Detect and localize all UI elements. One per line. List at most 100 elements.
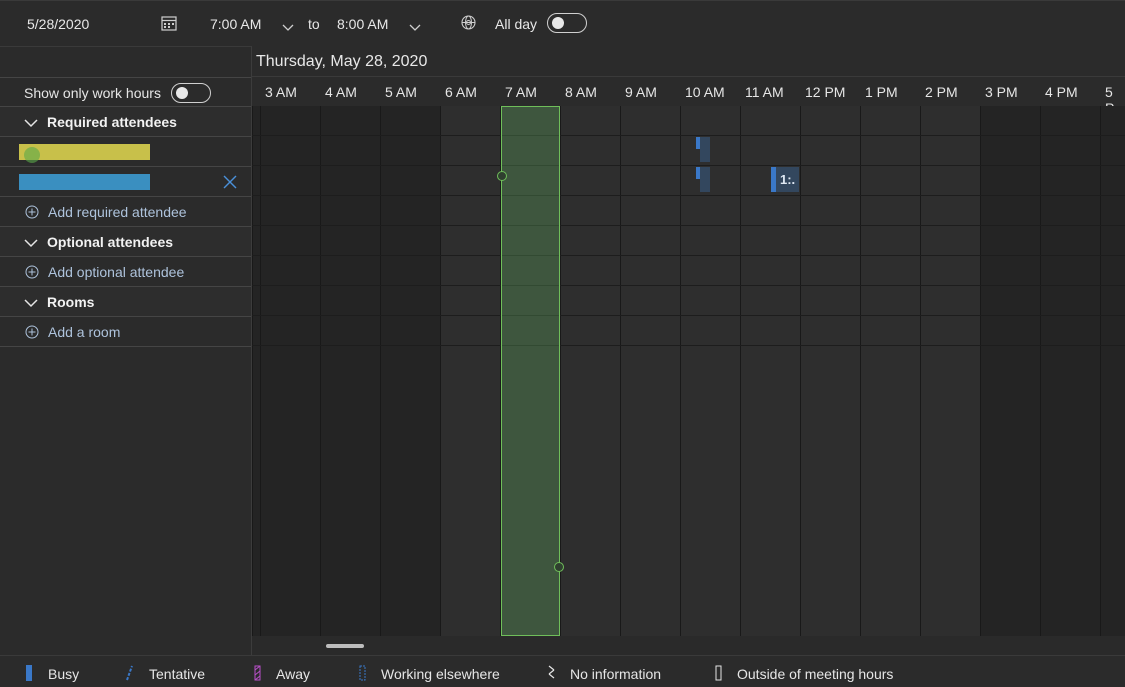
toggle-knob xyxy=(552,17,564,29)
attendee-panel: Show only work hours Required attendees … xyxy=(0,46,252,655)
add-required-attendee-button[interactable]: Add required attendee xyxy=(0,197,251,227)
add-circle-icon xyxy=(25,325,39,342)
outside-hours-legend-label: Outside of meeting hours xyxy=(737,666,894,682)
timezone-globe-icon[interactable] xyxy=(460,14,477,34)
hour-column[interactable] xyxy=(380,106,440,636)
chevron-down-icon[interactable] xyxy=(24,235,38,251)
hour-label: 5 AM xyxy=(385,84,417,100)
calendar-icon[interactable] xyxy=(161,15,177,34)
chevron-down-icon[interactable] xyxy=(409,19,421,35)
hour-column[interactable] xyxy=(1040,106,1100,636)
required-attendees-header[interactable]: Required attendees xyxy=(0,107,251,137)
working-elsewhere-legend-icon xyxy=(359,665,366,681)
hour-label: 2 PM xyxy=(925,84,958,100)
selection-end-handle[interactable] xyxy=(554,562,564,572)
away-legend-label: Away xyxy=(276,666,310,682)
date-field[interactable]: 5/28/2020 xyxy=(27,16,89,32)
work-hours-toggle[interactable] xyxy=(171,83,211,103)
horizontal-scrollbar[interactable] xyxy=(252,636,1125,655)
toggle-knob xyxy=(176,87,188,99)
event-block[interactable]: 1:. xyxy=(776,167,799,192)
add-required-attendee-label: Add required attendee xyxy=(48,204,187,220)
all-day-label: All day xyxy=(495,16,538,32)
hour-label: 4 AM xyxy=(325,84,357,100)
hour-column[interactable] xyxy=(980,106,1040,636)
working-elsewhere-legend-label: Working elsewhere xyxy=(381,666,500,682)
grid-row-line xyxy=(252,315,1125,316)
away-legend-icon xyxy=(254,665,261,681)
hour-label: 6 AM xyxy=(445,84,477,100)
grid-row-line xyxy=(252,135,1125,136)
start-time-field[interactable]: 7:00 AM xyxy=(210,16,261,32)
outside-hours-legend-icon xyxy=(715,665,722,681)
add-room-button[interactable]: Add a room xyxy=(0,317,251,347)
grid-row-line xyxy=(252,165,1125,166)
add-circle-icon xyxy=(25,265,39,282)
scheduling-grid: Thursday, May 28, 2020 3 AM 4 AM 5 AM 6 AM 7… xyxy=(252,46,1125,655)
busy-block[interactable] xyxy=(700,167,710,192)
presence-icon xyxy=(24,147,40,163)
hour-label: 9 AM xyxy=(625,84,657,100)
hour-label: 7 AM xyxy=(505,84,537,100)
to-label: to xyxy=(308,16,320,32)
tentative-legend-label: Tentative xyxy=(149,666,206,682)
all-day-toggle[interactable] xyxy=(547,13,587,33)
hour-column[interactable] xyxy=(680,106,740,636)
hour-label: 4 PM xyxy=(1045,84,1078,100)
no-information-legend-icon xyxy=(548,665,555,681)
no-information-legend-label: No information xyxy=(570,666,662,682)
hour-label: 8 AM xyxy=(565,84,597,100)
hour-column[interactable] xyxy=(800,106,860,636)
add-room-label: Add a room xyxy=(48,324,121,340)
meeting-time-selection[interactable] xyxy=(501,106,560,636)
rooms-header[interactable]: Rooms xyxy=(0,287,251,317)
remove-attendee-icon[interactable] xyxy=(223,175,237,192)
grid-row-line xyxy=(252,225,1125,226)
chevron-down-icon[interactable] xyxy=(24,295,38,311)
grid-row-line xyxy=(252,345,1125,346)
end-time-field[interactable]: 8:00 AM xyxy=(337,16,388,32)
busy-block[interactable] xyxy=(700,137,710,162)
add-optional-attendee-label: Add optional attendee xyxy=(48,264,185,280)
optional-attendees-header[interactable]: Optional attendees xyxy=(0,227,251,257)
hour-label: 3 AM xyxy=(265,84,297,100)
work-hours-row: Show only work hours xyxy=(0,77,251,107)
hour-column xyxy=(252,106,260,636)
add-optional-attendee-button[interactable]: Add optional attendee xyxy=(0,257,251,287)
hour-column[interactable] xyxy=(260,106,320,636)
busy-legend-icon xyxy=(26,665,32,681)
grid-row-line xyxy=(252,255,1125,256)
chevron-down-icon[interactable] xyxy=(282,19,294,35)
hour-label: 10 AM xyxy=(685,84,725,100)
hour-label: 1 PM xyxy=(865,84,898,100)
hour-column[interactable] xyxy=(920,106,980,636)
selection-start-handle[interactable] xyxy=(497,171,507,181)
grid-row-line xyxy=(252,195,1125,196)
optional-attendees-label: Optional attendees xyxy=(47,234,174,250)
hour-header-row: 3 AM 4 AM 5 AM 6 AM 7 AM 8 AM 9 AM 10 AM 11 AM 12… xyxy=(252,76,1125,116)
busy-legend-label: Busy xyxy=(48,666,80,682)
chevron-down-icon[interactable] xyxy=(24,115,38,131)
add-circle-icon xyxy=(25,205,39,222)
hour-column[interactable] xyxy=(620,106,680,636)
schedule-date-title: Thursday, May 28, 2020 xyxy=(256,53,428,70)
hour-column[interactable] xyxy=(860,106,920,636)
hour-column[interactable] xyxy=(440,106,500,636)
hour-label: 11 AM xyxy=(745,84,784,100)
scrollbar-thumb[interactable] xyxy=(326,644,364,648)
attendee-name-redacted xyxy=(19,174,150,190)
availability-legend: Busy Tentative Away Working elsewhere No… xyxy=(0,655,1125,687)
attendee-row[interactable] xyxy=(0,137,251,167)
hour-column[interactable] xyxy=(320,106,380,636)
event-label: 1:. xyxy=(780,172,796,187)
tentative-legend-icon xyxy=(126,665,133,681)
required-attendees-label: Required attendees xyxy=(47,114,177,130)
hour-label: 12 PM xyxy=(805,84,846,100)
hour-label: 3 PM xyxy=(985,84,1018,100)
rooms-label: Rooms xyxy=(47,294,95,310)
hour-column[interactable] xyxy=(1100,106,1125,636)
work-hours-label: Show only work hours xyxy=(24,85,161,101)
attendee-row[interactable] xyxy=(0,167,251,197)
grid-row-line xyxy=(252,285,1125,286)
hour-column[interactable] xyxy=(560,106,620,636)
